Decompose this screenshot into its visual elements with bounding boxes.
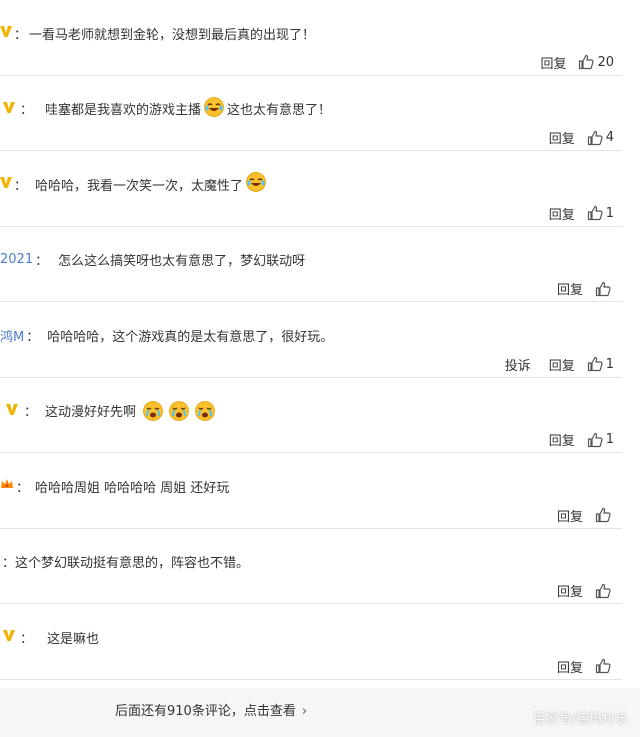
comment-item: 2021 ： 怎么这么搞笑呀也太有意思了，梦幻联动呀 回复 <box>0 227 622 302</box>
like-button[interactable]: 1 <box>587 432 614 448</box>
comment-actions: 回复 1 <box>549 200 614 226</box>
colon: ： <box>35 254 49 269</box>
vip-badge-icon <box>0 628 18 646</box>
comment-text: 怎么这么搞笑呀也太有意思了，梦幻联动呀 <box>58 254 306 269</box>
like-button[interactable] <box>595 507 614 523</box>
comment-actions: 回复 1 <box>549 427 614 453</box>
laughing-crying-emoji-icon <box>245 171 267 197</box>
colon: ： <box>24 405 38 420</box>
comment-actions: 回复 4 <box>549 125 614 151</box>
like-button[interactable] <box>595 658 614 674</box>
comment-text-2: 这也太有意思了！ <box>227 103 332 118</box>
comment-actions: 回复 <box>557 578 614 604</box>
comment-text: 哈哈哈，我看一次笑一次，太魔性了 <box>35 178 244 194</box>
comment-actions: 回复 20 <box>540 49 614 75</box>
colon: ： <box>2 556 16 571</box>
comment-text: 这动漫好好先啊 <box>45 405 137 420</box>
colon: ： <box>14 27 28 43</box>
vip-badge-icon <box>0 100 18 118</box>
reply-button[interactable]: 回复 <box>549 355 575 374</box>
load-more-label: 后面还有910条评论，点击查看 <box>115 704 296 719</box>
comment-line: ： 哈哈哈，我看一次笑一次，太魔性了 <box>0 171 267 197</box>
like-count: 1 <box>605 356 614 372</box>
comment-actions: 回复 <box>557 502 614 528</box>
comment-line: ： 一看马老师就想到金轮，没想到最后真的出现了！ <box>0 20 315 46</box>
commenter-name-link[interactable]: 鸿M <box>0 326 24 345</box>
emoji-group <box>142 400 216 422</box>
crying-emoji-icon <box>143 400 163 421</box>
comment-line: ： 哇塞都是我喜欢的游戏主播 这也太有意思了！ <box>0 96 331 122</box>
reply-button[interactable]: 回复 <box>540 53 566 72</box>
thumbs-up-icon <box>595 583 611 598</box>
colon: ： <box>20 631 34 647</box>
comment-text: 这个梦幻联动挺有意思的，阵容也不错。 <box>15 556 250 571</box>
load-more-comments-link[interactable]: 后面还有910条评论，点击查看 › <box>115 700 307 719</box>
comment-item: ： 这个梦幻联动挺有意思的，阵容也不错。 回复 <box>0 529 622 604</box>
comment-actions: 回复 <box>557 276 614 302</box>
reply-button[interactable]: 回复 <box>549 128 575 147</box>
vip-badge-icon <box>0 24 12 42</box>
comment-item: ： 哈哈哈，我看一次笑一次，太魔性了 回复 1 <box>0 151 622 227</box>
reply-button[interactable]: 回复 <box>549 430 575 449</box>
reply-button[interactable]: 回复 <box>557 279 583 298</box>
comment-actions: 回复 <box>557 653 614 679</box>
colon: ： <box>26 329 40 345</box>
like-button[interactable]: 4 <box>587 130 614 146</box>
reply-button[interactable]: 回复 <box>557 506 583 525</box>
vip-badge-icon <box>0 175 12 193</box>
complaint-button[interactable]: 投诉 <box>505 355 531 374</box>
colon: ： <box>20 103 34 118</box>
comment-line: ： 这个梦幻联动挺有意思的，阵容也不错。 <box>0 549 249 575</box>
vip-badge-icon <box>0 402 22 420</box>
comments-footer: 后面还有910条评论，点击查看 › 百家号/德玛村长 <box>0 688 640 737</box>
thumbs-up-icon <box>587 356 603 372</box>
like-count: 1 <box>605 432 614 447</box>
thumbs-up-icon <box>587 130 603 145</box>
comment-item: ： 这是嘛也 回复 <box>0 604 622 680</box>
thumbs-up-icon <box>587 205 603 221</box>
comment-text: 一看马老师就想到金轮，没想到最后真的出现了！ <box>29 27 316 43</box>
comment-line: 鸿M ： 哈哈哈哈，这个游戏真的是太有意思了，很好玩。 <box>0 322 333 348</box>
comment-line: ： 哈哈哈周姐 哈哈哈哈 周姐 还好玩 <box>0 473 229 499</box>
comment-text: 哈哈哈周姐 哈哈哈哈 周姐 还好玩 <box>35 480 230 496</box>
reply-button[interactable]: 回复 <box>557 657 583 676</box>
thumbs-up-icon <box>595 658 611 674</box>
crying-emoji-icon <box>169 400 189 421</box>
comment-item: ： 哇塞都是我喜欢的游戏主播 这也太有意思了！ 回复 4 <box>0 76 622 151</box>
watermark: 百家号/德玛村长 <box>532 712 628 727</box>
like-button[interactable] <box>595 281 614 297</box>
comment-line: 2021 ： 怎么这么搞笑呀也太有意思了，梦幻联动呀 <box>0 247 305 273</box>
colon: ： <box>14 178 28 194</box>
chevron-right-icon: › <box>301 704 308 719</box>
like-count: 20 <box>597 54 614 70</box>
comment-item: 鸿M ： 哈哈哈哈，这个游戏真的是太有意思了，很好玩。 投诉 回复 1 <box>0 302 622 378</box>
thumbs-up-icon <box>587 432 603 447</box>
thumbs-up-icon <box>595 281 611 296</box>
comment-list: ： 一看马老师就想到金轮，没想到最后真的出现了！ 回复 20 ： 哇塞都是我喜欢… <box>0 0 622 688</box>
comment-item: ： 这动漫好好先啊 回复 1 <box>0 378 622 453</box>
like-button[interactable]: 20 <box>578 54 614 70</box>
thumbs-up-icon <box>595 507 611 523</box>
crown-badge-icon <box>0 477 14 495</box>
thumbs-up-icon <box>579 54 595 70</box>
comment-item: ： 哈哈哈周姐 哈哈哈哈 周姐 还好玩 回复 <box>0 453 622 529</box>
like-button[interactable] <box>595 583 614 599</box>
comment-line: ： 这是嘛也 <box>0 624 99 650</box>
comment-line: ： 这动漫好好先啊 <box>0 398 216 424</box>
reply-button[interactable]: 回复 <box>549 204 575 223</box>
comment-text: 哇塞都是我喜欢的游戏主播 <box>45 103 202 118</box>
like-count: 1 <box>605 205 614 221</box>
like-count: 4 <box>605 130 614 145</box>
like-button[interactable]: 1 <box>587 356 614 372</box>
commenter-name-link[interactable]: 2021 <box>0 252 33 267</box>
colon: ： <box>16 480 30 496</box>
crying-emoji-icon <box>195 400 215 421</box>
reply-button[interactable]: 回复 <box>557 581 583 600</box>
like-button[interactable]: 1 <box>587 205 614 221</box>
comment-item: ： 一看马老师就想到金轮，没想到最后真的出现了！ 回复 20 <box>0 0 622 76</box>
comment-actions: 投诉 回复 1 <box>505 351 614 377</box>
comment-text: 哈哈哈哈，这个游戏真的是太有意思了，很好玩。 <box>47 329 334 345</box>
comment-text: 这是嘛也 <box>47 631 100 647</box>
laughing-crying-emoji-icon <box>203 96 225 122</box>
